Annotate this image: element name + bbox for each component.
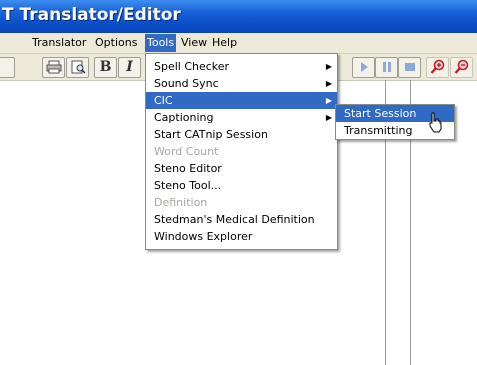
title-bar: T Translator/Editor [0,0,477,33]
menu-translator[interactable]: Translator [32,36,86,49]
bold-button[interactable]: B [94,57,117,78]
pause-icon[interactable] [375,57,398,78]
menu-item-steno-editor[interactable]: Steno Editor [146,160,337,177]
menu-item-definition[interactable]: Definition [146,194,337,211]
stop-icon[interactable] [398,57,421,78]
menu-item-label: Steno Editor [154,162,222,175]
menu-item-label: Start CATnip Session [154,128,268,141]
menu-item-label: Captioning [154,111,214,124]
menu-item-label: Start Session [344,107,417,120]
menu-item-cic[interactable]: CIC ▶ [146,92,337,109]
menu-view[interactable]: View [181,36,207,49]
menu-item-word-count[interactable]: Word Count [146,143,337,160]
menu-item-windows-explorer[interactable]: Windows Explorer [146,228,337,245]
menu-item-label: Stedman's Medical Definition [154,213,315,226]
tools-menu: Spell Checker ▶ Sound Sync ▶ CIC ▶ Capti… [145,53,338,250]
menu-item-captioning[interactable]: Captioning ▶ [146,109,337,126]
menu-item-label: Sound Sync [154,77,219,90]
play-icon[interactable] [352,57,375,78]
print-icon[interactable] [42,57,65,78]
submenu-arrow-icon: ▶ [325,79,332,88]
zoom-in-icon[interactable] [426,57,449,78]
menu-item-label: Spell Checker [154,60,230,73]
menu-item-label: Windows Explorer [154,230,253,243]
mouse-pointer-icon [429,112,442,133]
zoom-out-icon[interactable] [450,57,473,78]
menu-tools[interactable]: Tools [145,34,177,52]
menu-options[interactable]: Options [95,36,137,49]
menu-item-label: CIC [154,94,173,107]
menu-item-label: Definition [154,196,208,209]
menu-item-stedmans-medical-definition[interactable]: Stedman's Medical Definition [146,211,337,228]
print-preview-icon[interactable] [66,57,89,78]
menu-bar: Translator Options Tools View Help [0,33,477,54]
menu-item-spell-checker[interactable]: Spell Checker ▶ [146,58,337,75]
menu-item-start-catnip-session[interactable]: Start CATnip Session [146,126,337,143]
menu-item-sound-sync[interactable]: Sound Sync ▶ [146,75,337,92]
menu-item-steno-tool[interactable]: Steno Tool... [146,177,337,194]
menu-item-label: Transmitting [344,124,413,137]
submenu-arrow-icon: ▶ [325,62,332,71]
toolbar-edge-button[interactable] [0,57,15,78]
menu-help[interactable]: Help [212,36,237,49]
submenu-arrow-icon: ▶ [325,113,332,122]
menu-item-label: Word Count [154,145,219,158]
submenu-arrow-icon: ▶ [325,96,332,105]
window-title: T Translator/Editor [2,5,181,25]
italic-button[interactable]: I [118,57,141,78]
menu-item-label: Steno Tool... [154,179,222,192]
